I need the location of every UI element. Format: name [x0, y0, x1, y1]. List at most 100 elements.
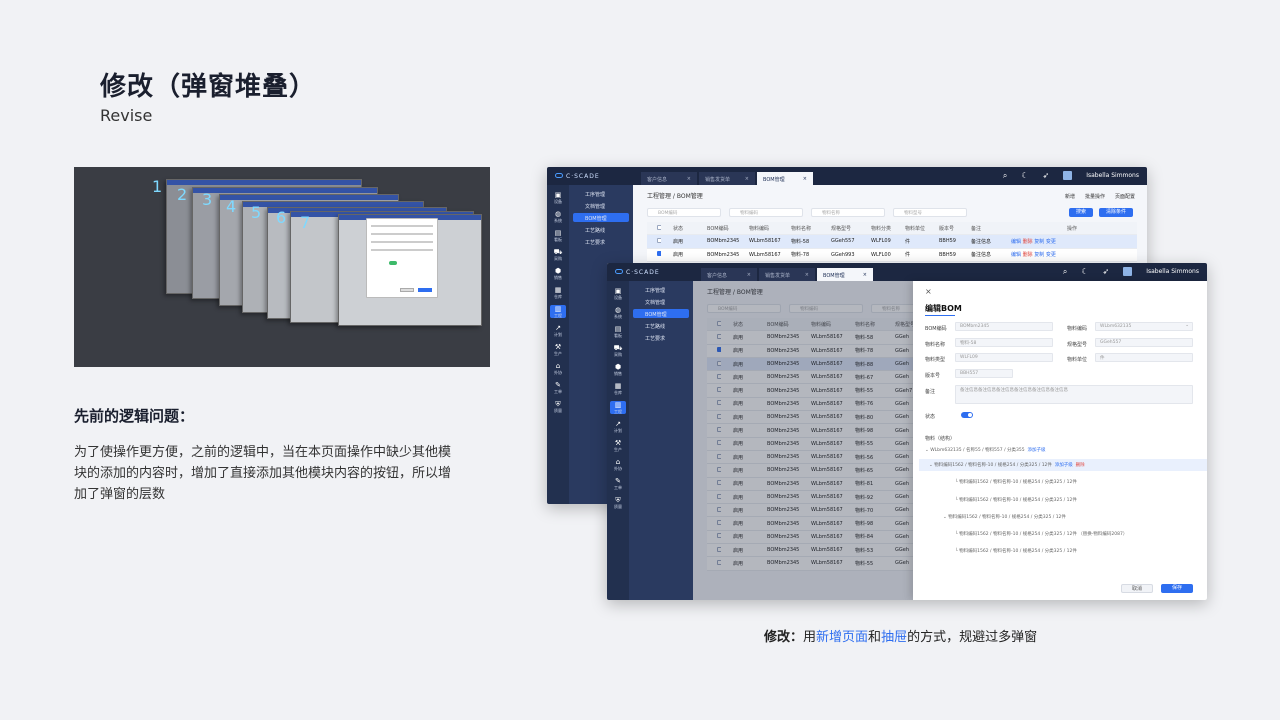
tab-customer[interactable]: 客户信息 ×	[701, 268, 757, 281]
search-model-input[interactable]: 物料型号	[893, 208, 967, 217]
user-name[interactable]: Isabella Simmons	[1086, 172, 1139, 179]
add-child-link[interactable]: 添加子级	[1055, 463, 1073, 468]
rocket-icon[interactable]: ➶	[1043, 171, 1050, 180]
old-stacked-dialogs-screenshot: 1 2 3 4 5 6 7	[74, 167, 490, 367]
sidebar-item[interactable]: ⛟ 采购	[607, 344, 629, 357]
sidebar-item[interactable]: ▤ 看板	[547, 229, 569, 242]
layer-number-1: 1	[152, 177, 163, 196]
tab-close-icon[interactable]: ×	[745, 176, 749, 185]
sidebar-item-label: 设备	[614, 295, 622, 300]
sidebar-item[interactable]: ▥ 工程	[610, 401, 626, 414]
sidebar-item[interactable]: ↗ 计划	[547, 324, 569, 337]
sidebar-item[interactable]: ▣ 设备	[547, 191, 569, 204]
tree-node[interactable]: └ 物料编码1562 / 物料名称-10 / 规格254 / 分类325 / 1…	[955, 497, 1077, 503]
sidebar-item[interactable]: ▦ 仓库	[607, 382, 629, 395]
search-name-input[interactable]: 物料名称	[811, 208, 885, 217]
delete-link[interactable]: 删除	[1076, 463, 1085, 468]
tab-sales[interactable]: 销售发货单 ×	[759, 268, 815, 281]
sidebar-icon: ↗	[615, 420, 621, 428]
sidebar-item[interactable]: ▣ 设备	[607, 287, 629, 300]
tab-close-icon[interactable]: ×	[803, 176, 807, 185]
avatar[interactable]	[1063, 171, 1073, 180]
sidebar-item[interactable]: ⚒ 生产	[547, 343, 569, 356]
add-child-link[interactable]: 添加子级	[1028, 448, 1046, 453]
nav-item-require[interactable]: 工艺要求	[573, 237, 629, 246]
tab-sales[interactable]: 销售发货单 ×	[699, 172, 755, 185]
tab-close-icon[interactable]: ×	[687, 176, 691, 185]
tree-node-selected[interactable]: ⌄ 物料编码1562 / 物料名称-10 / 规格254 / 分类325 / 1…	[919, 459, 1207, 471]
nav-item-bom[interactable]: BOM管理	[573, 213, 629, 222]
sidebar-item[interactable]: ✎ 工单	[547, 381, 569, 394]
cancel-button[interactable]: 取消	[1121, 584, 1153, 593]
old-top-dialog	[366, 218, 438, 298]
remark-textarea[interactable]: 备注信息备注信息备注信息备注信息备注信息备注信息	[955, 385, 1193, 404]
copy-link[interactable]: 复制	[1034, 239, 1044, 245]
sidebar-item[interactable]: ⬢ 销售	[547, 267, 569, 280]
table-row[interactable]: 启用 BOMbm2345 WLbm58167 物料-78 GGeh993 WLF…	[647, 248, 1137, 262]
tab-customer[interactable]: 客户信息 ×	[641, 172, 697, 185]
delete-link[interactable]: 删除	[1023, 239, 1033, 245]
field-label: 版本号	[925, 373, 941, 379]
search-icon[interactable]: ⌕	[1063, 267, 1067, 276]
nav-item-process[interactable]: 工序管理	[573, 189, 629, 198]
sidebar-item[interactable]: ⛨ 质量	[547, 400, 569, 413]
nav-item-docs[interactable]: 文档管理	[573, 201, 629, 210]
search-code-input[interactable]: 物料编码	[729, 208, 803, 217]
close-icon[interactable]: ×	[925, 287, 932, 296]
tree-node-root[interactable]: ⌄ WLbm632135 / 名称55 / 物料557 / 分类355 添加子级	[925, 447, 1046, 453]
change-link[interactable]: 变更	[1046, 239, 1056, 245]
sidebar-item[interactable]: ⌂ 外协	[547, 362, 569, 375]
sidebar-item[interactable]: ⛟ 采购	[547, 248, 569, 261]
tab-bom[interactable]: BOM管理 ×	[757, 172, 813, 185]
material-name-field[interactable]: 物料-58	[955, 338, 1053, 347]
sidebar-icon: ⛨	[555, 400, 561, 408]
sidebar-item[interactable]: ▤ 看板	[607, 325, 629, 338]
add-button[interactable]: 新增	[1065, 193, 1075, 200]
rocket-icon[interactable]: ➶	[1103, 267, 1110, 276]
user-name[interactable]: Isabella Simmons	[1146, 268, 1199, 275]
nav-item-route[interactable]: 工艺路线	[573, 225, 629, 234]
sidebar-item[interactable]: ⚒ 生产	[607, 439, 629, 452]
tree-node[interactable]: └ 物料编码1562 / 物料名称-10 / 规格254 / 分类325 / 1…	[955, 479, 1077, 485]
tree-node[interactable]: └ 物料编码1562 / 物料名称-10 / 规格254 / 分类325 / 1…	[955, 548, 1077, 554]
nav-item-require[interactable]: 工艺要求	[633, 333, 689, 342]
nav-item-route[interactable]: 工艺路线	[633, 321, 689, 330]
sidebar-item[interactable]: ⌂ 外协	[607, 458, 629, 471]
sidebar-item[interactable]: ▦ 仓库	[547, 286, 569, 299]
tab-bom[interactable]: BOM管理 ×	[817, 268, 873, 281]
sidebar-item[interactable]: ✎ 工单	[607, 477, 629, 490]
page-config-button[interactable]: 页面配置	[1115, 193, 1135, 200]
nav-item-bom[interactable]: BOM管理	[633, 309, 689, 318]
spec-field[interactable]: GGeh557	[1095, 338, 1193, 347]
theme-moon-icon[interactable]: ☾	[1021, 171, 1028, 180]
unit-field[interactable]: 件	[1095, 353, 1193, 362]
tree-node[interactable]: └ 物料编码1562 / 物料名称-10 / 规格254 / 分类325 / 1…	[955, 531, 1127, 537]
sidebar-icon: ✎	[555, 381, 561, 389]
theme-moon-icon[interactable]: ☾	[1081, 267, 1088, 276]
tree-node[interactable]: ⌄ 物料编码1562 / 物料名称-10 / 规格254 / 分类325 / 1…	[943, 514, 1066, 520]
search-icon[interactable]: ⌕	[1003, 171, 1007, 180]
sidebar-item[interactable]: ⬢ 销售	[607, 363, 629, 376]
search-button[interactable]: 搜索	[1069, 208, 1093, 217]
bom-code-field[interactable]: BOMbm2345	[955, 322, 1053, 331]
sidebar-item[interactable]: ◍ 系统	[547, 210, 569, 223]
sidebar-item[interactable]: ▥ 工程	[550, 305, 566, 318]
material-type-field[interactable]: WLFL09	[955, 353, 1053, 362]
reset-button[interactable]: 清除条件	[1099, 208, 1133, 217]
sidebar-icon: ▣	[614, 287, 622, 295]
sidebar-item[interactable]: ↗ 计划	[607, 420, 629, 433]
version-field[interactable]: BBH557	[955, 369, 1013, 378]
nav-item-process[interactable]: 工序管理	[633, 285, 689, 294]
search-bom-input[interactable]: BOM编码	[647, 208, 721, 217]
edit-bom-drawer: × 编辑BOM BOM编码 BOMbm2345 物料编码 WLbm632135 ⌄…	[913, 281, 1207, 600]
save-button[interactable]: 保存	[1161, 584, 1193, 593]
status-toggle[interactable]	[961, 412, 973, 418]
batch-button[interactable]: 批量操作	[1085, 193, 1105, 200]
sidebar-item[interactable]: ◍ 系统	[607, 306, 629, 319]
edit-link[interactable]: 编辑	[1011, 239, 1021, 245]
nav-item-docs[interactable]: 文档管理	[633, 297, 689, 306]
table-row[interactable]: 启用 BOMbm2345 WLbm58167 物料-58 GGeh557 WLF…	[647, 235, 1137, 249]
sidebar-item[interactable]: ⛨ 质量	[607, 496, 629, 509]
avatar[interactable]	[1123, 267, 1133, 276]
material-code-select[interactable]: WLbm632135 ⌄	[1095, 322, 1193, 331]
